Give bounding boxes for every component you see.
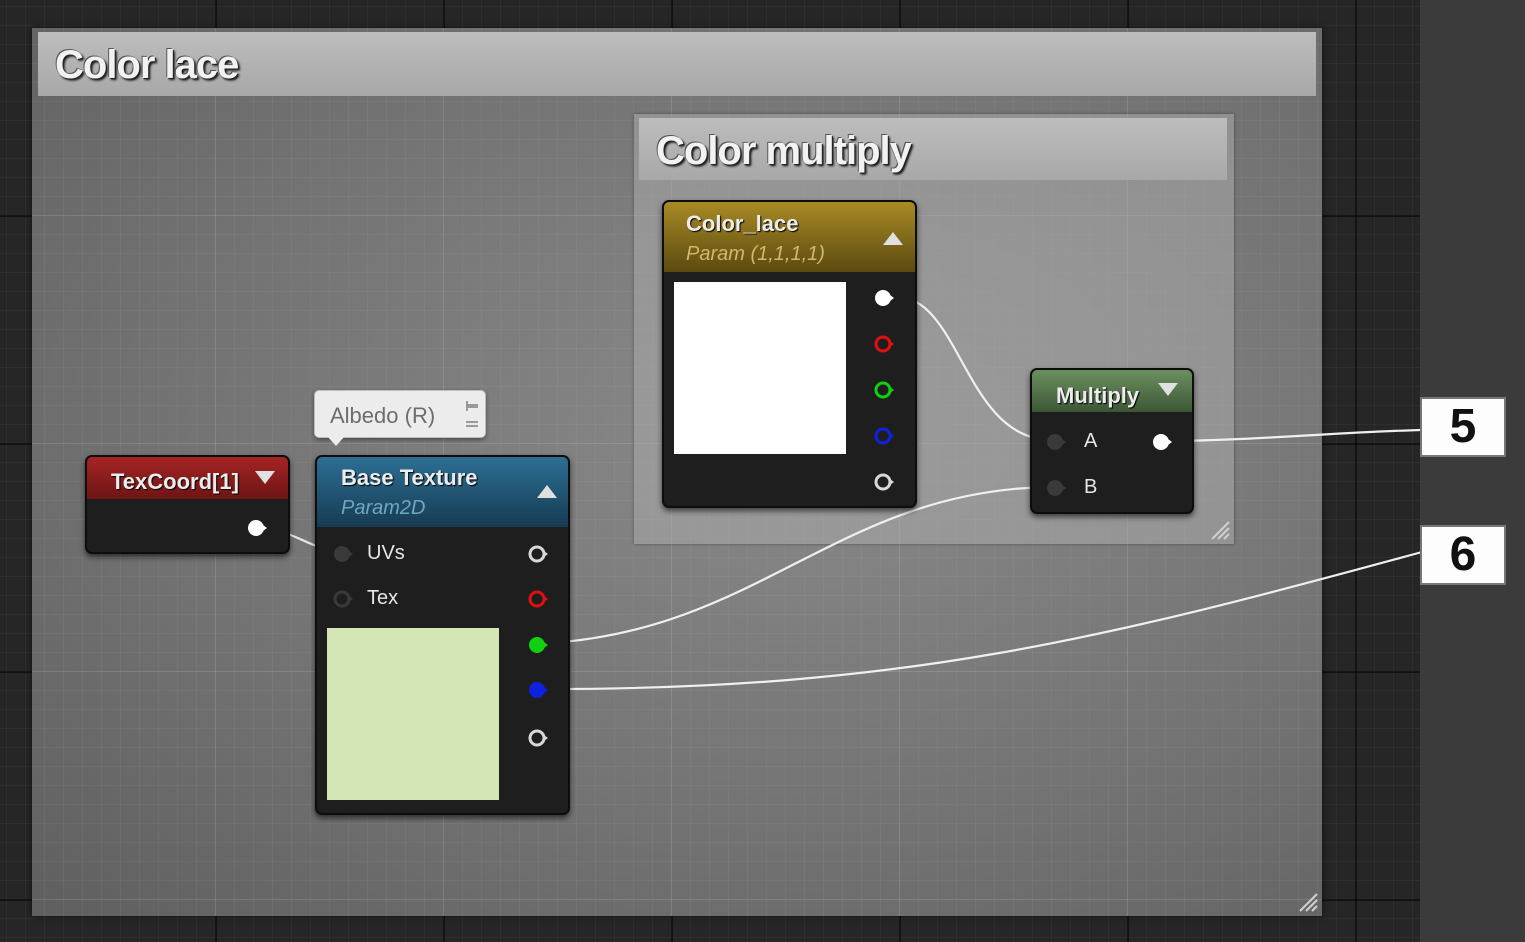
- resize-grip-icon[interactable]: [1296, 890, 1318, 912]
- bubble-pointer: [328, 437, 344, 446]
- node-title: Base Texture: [341, 465, 478, 490]
- node-texcoord[interactable]: TexCoord[1]: [85, 455, 290, 554]
- input-pin-uvs-icon[interactable]: [333, 544, 353, 564]
- output-pin-b-icon[interactable]: [874, 426, 894, 446]
- resize-grip-icon[interactable]: [1208, 518, 1230, 540]
- output-pin-b-icon[interactable]: [528, 680, 548, 700]
- callout-label-5: 5: [1420, 397, 1506, 457]
- callout-label-6: 6: [1420, 525, 1506, 585]
- node-subtitle: Param (1,1,1,1): [686, 243, 825, 265]
- collapse-arrow-icon[interactable]: [255, 471, 275, 484]
- output-pin-r-icon[interactable]: [528, 589, 548, 609]
- input-pin-b-icon[interactable]: [1046, 478, 1066, 498]
- texture-preview: [327, 628, 499, 800]
- collapse-arrow-icon[interactable]: [537, 485, 557, 498]
- node-comment-bubble[interactable]: Albedo (R): [314, 390, 486, 446]
- collapse-arrow-icon[interactable]: [1158, 383, 1178, 396]
- comment-title-color-lace[interactable]: Color lace: [38, 32, 1316, 96]
- node-color-lace[interactable]: Color_lace Param (1,1,1,1): [662, 200, 917, 508]
- output-pin-rgb-icon[interactable]: [528, 544, 548, 564]
- node-title: TexCoord[1]: [111, 469, 239, 494]
- output-pin-rgb-icon[interactable]: [874, 288, 894, 308]
- color-preview: [674, 282, 846, 454]
- output-pin-g-icon[interactable]: [528, 635, 548, 655]
- pin-label-b: B: [1084, 476, 1098, 498]
- side-panel-strip: [1420, 0, 1525, 942]
- node-subtitle: Param2D: [341, 497, 426, 519]
- node-title: Multiply: [1056, 383, 1140, 408]
- pin-label-uvs: UVs: [367, 542, 405, 564]
- output-pin-g-icon[interactable]: [874, 380, 894, 400]
- output-pin-icon[interactable]: [247, 518, 267, 538]
- output-pin-icon[interactable]: [1152, 432, 1172, 452]
- collapse-arrow-icon[interactable]: [883, 232, 903, 245]
- pin-comment-icon[interactable]: [464, 397, 480, 429]
- node-comment-text: Albedo (R): [330, 403, 436, 428]
- input-pin-tex-icon[interactable]: [333, 589, 353, 609]
- node-title: Color_lace: [686, 211, 799, 236]
- pin-label-tex: Tex: [367, 587, 399, 609]
- node-multiply[interactable]: Multiply A B: [1030, 368, 1194, 514]
- node-base-texture[interactable]: Base Texture Param2D UVs Tex: [315, 455, 570, 815]
- output-pin-a-icon[interactable]: [874, 472, 894, 492]
- pin-label-a: A: [1084, 430, 1098, 452]
- output-pin-a-icon[interactable]: [528, 728, 548, 748]
- comment-title-color-multiply[interactable]: Color multiply: [639, 118, 1227, 180]
- output-pin-r-icon[interactable]: [874, 334, 894, 354]
- input-pin-a-icon[interactable]: [1046, 432, 1066, 452]
